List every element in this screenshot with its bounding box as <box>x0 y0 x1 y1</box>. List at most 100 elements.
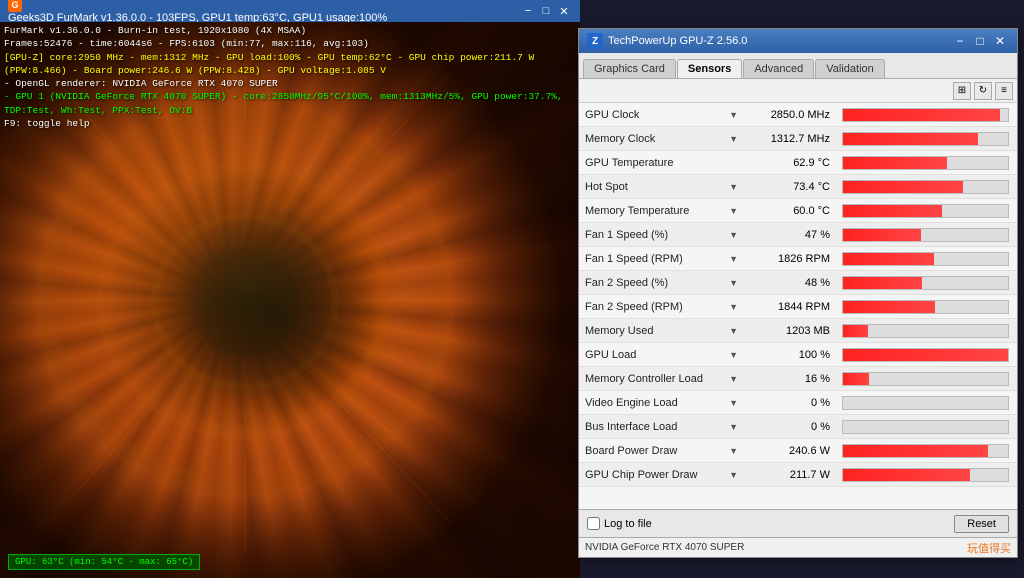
sensor-bar-container <box>842 252 1009 266</box>
sensor-value: 62.9 °C <box>744 157 834 169</box>
sensor-dropdown-icon[interactable]: ▼ <box>729 398 738 408</box>
sensor-dropdown-icon[interactable]: ▼ <box>729 326 738 336</box>
furmark-info-line-5: - GPU 1 (NVIDIA GeForce RTX 4070 SUPER) … <box>4 90 580 117</box>
sensor-bar <box>843 253 934 265</box>
sensor-dropdown-icon[interactable]: ▼ <box>729 254 738 264</box>
sensor-value: 47 % <box>744 229 834 241</box>
furmark-maximize-button[interactable]: □ <box>538 4 554 18</box>
gpuz-footer: Log to file Reset <box>579 509 1017 537</box>
sensor-bar-container <box>842 276 1009 290</box>
sensor-dropdown-icon[interactable]: ▼ <box>729 302 738 312</box>
furmark-info-line-1: FurMark v1.36.0.0 - Burn-in test, 1920x1… <box>4 24 580 37</box>
sensor-bar-container <box>842 372 1009 386</box>
sensor-bar <box>843 181 963 193</box>
gpuz-toolbar: ⊞ ↻ ≡ <box>579 79 1017 103</box>
sensor-name: GPU Chip Power Draw ▼ <box>579 469 744 481</box>
furmark-info-line-2: Frames:52476 - time:6044s6 - FPS:6103 (m… <box>4 37 580 50</box>
sensor-name: Memory Used ▼ <box>579 325 744 337</box>
gpu-name-status: NVIDIA GeForce RTX 4070 SUPER <box>585 542 744 553</box>
tab-graphics-card[interactable]: Graphics Card <box>583 59 676 78</box>
furmark-window-controls: − □ ✕ <box>520 4 572 18</box>
reset-button[interactable]: Reset <box>954 515 1009 533</box>
log-to-file-checkbox[interactable] <box>587 517 600 530</box>
sensor-dropdown-icon[interactable]: ▼ <box>729 446 738 456</box>
menu-button[interactable]: ≡ <box>995 82 1013 100</box>
gpuz-title-left: Z TechPowerUp GPU-Z 2.56.0 <box>587 33 747 49</box>
sensor-name: GPU Clock ▼ <box>579 109 744 121</box>
sensor-name: Board Power Draw ▼ <box>579 445 744 457</box>
furmark-icon: G <box>8 0 22 12</box>
sensor-row: Fan 2 Speed (%) ▼ 48 % <box>579 271 1017 295</box>
sensor-row: Bus Interface Load ▼ 0 % <box>579 415 1017 439</box>
log-to-file-area: Log to file <box>587 517 652 530</box>
sensor-row: GPU Clock ▼ 2850.0 MHz <box>579 103 1017 127</box>
sensor-name: Memory Clock ▼ <box>579 133 744 145</box>
furmark-content: FurMark v1.36.0.0 - Burn-in test, 1920x1… <box>0 22 580 578</box>
sensor-bar-container <box>842 204 1009 218</box>
sensor-dropdown-icon[interactable]: ▼ <box>729 374 738 384</box>
sensor-row: Memory Temperature ▼ 60.0 °C <box>579 199 1017 223</box>
sensor-bar-container <box>842 300 1009 314</box>
sensor-name: Fan 2 Speed (RPM) ▼ <box>579 301 744 313</box>
sensor-row: Memory Used ▼ 1203 MB <box>579 319 1017 343</box>
sensor-dropdown-icon[interactable]: ▼ <box>729 110 738 120</box>
sensor-value: 1312.7 MHz <box>744 133 834 145</box>
sensor-dropdown-icon[interactable]: ▼ <box>729 206 738 216</box>
furmark-info-line-3: [GPU-Z] core:2950 MHz - mem:1312 MHz - G… <box>4 51 580 78</box>
sensors-table: GPU Clock ▼ 2850.0 MHz Memory Clock ▼ 13… <box>579 103 1017 509</box>
sensor-dropdown-icon[interactable]: ▼ <box>729 134 738 144</box>
sensor-dropdown-icon[interactable]: ▼ <box>729 230 738 240</box>
sensor-row: Video Engine Load ▼ 0 % <box>579 391 1017 415</box>
furmark-close-button[interactable]: ✕ <box>556 4 572 18</box>
sensor-bar-container <box>842 348 1009 362</box>
sensor-dropdown-icon[interactable]: ▼ <box>729 350 738 360</box>
grid-view-button[interactable]: ⊞ <box>953 82 971 100</box>
sensor-value: 0 % <box>744 421 834 433</box>
tab-validation[interactable]: Validation <box>815 59 885 78</box>
sensor-bar-container <box>842 156 1009 170</box>
sensor-name: GPU Temperature <box>579 157 744 169</box>
gpuz-statusbar: NVIDIA GeForce RTX 4070 SUPER 玩值得买 <box>579 537 1017 557</box>
sensor-row: Memory Clock ▼ 1312.7 MHz <box>579 127 1017 151</box>
gpuz-window: Z TechPowerUp GPU-Z 2.56.0 − □ ✕ Graphic… <box>578 28 1018 558</box>
sensor-bar-container <box>842 180 1009 194</box>
sensor-value: 1203 MB <box>744 325 834 337</box>
sensor-bar-container <box>842 324 1009 338</box>
sensor-name: Fan 1 Speed (%) ▼ <box>579 229 744 241</box>
sensor-row: GPU Load ▼ 100 % <box>579 343 1017 367</box>
furmark-titlebar: G Geeks3D FurMark v1.36.0.0 - 103FPS, GP… <box>0 0 580 22</box>
tab-advanced[interactable]: Advanced <box>743 59 814 78</box>
furmark-info-overlay: FurMark v1.36.0.0 - Burn-in test, 1920x1… <box>4 24 580 130</box>
sensor-dropdown-icon[interactable]: ▼ <box>729 470 738 480</box>
gpuz-minimize-button[interactable]: − <box>951 33 969 49</box>
temp-text: GPU: 63°C (min: 54°C - max: 65°C) <box>15 557 193 567</box>
sensor-bar-container <box>842 132 1009 146</box>
furmark-window: G Geeks3D FurMark v1.36.0.0 - 103FPS, GP… <box>0 0 580 578</box>
log-to-file-label: Log to file <box>604 518 652 530</box>
sensor-row: Hot Spot ▼ 73.4 °C <box>579 175 1017 199</box>
sensor-name: Memory Temperature ▼ <box>579 205 744 217</box>
sensor-value: 2850.0 MHz <box>744 109 834 121</box>
sensor-dropdown-icon[interactable]: ▼ <box>729 278 738 288</box>
furmark-info-line-6: F9: toggle help <box>4 117 580 130</box>
sensor-bar <box>843 277 922 289</box>
furmark-minimize-button[interactable]: − <box>520 4 536 18</box>
sensor-value: 211.7 W <box>744 469 834 481</box>
sensor-value: 1826 RPM <box>744 253 834 265</box>
tab-sensors[interactable]: Sensors <box>677 59 742 78</box>
sensor-row: Memory Controller Load ▼ 16 % <box>579 367 1017 391</box>
sensor-value: 48 % <box>744 277 834 289</box>
refresh-button[interactable]: ↻ <box>974 82 992 100</box>
sensor-bar <box>843 445 988 457</box>
sensor-row: Board Power Draw ▼ 240.6 W <box>579 439 1017 463</box>
gpuz-maximize-button[interactable]: □ <box>971 33 989 49</box>
sensor-dropdown-icon[interactable]: ▼ <box>729 422 738 432</box>
gpuz-close-button[interactable]: ✕ <box>991 33 1009 49</box>
sensor-value: 100 % <box>744 349 834 361</box>
sensor-dropdown-icon[interactable]: ▼ <box>729 182 738 192</box>
sensor-bar <box>843 301 935 313</box>
sensor-name: Bus Interface Load ▼ <box>579 421 744 433</box>
sensor-row: GPU Chip Power Draw ▼ 211.7 W <box>579 463 1017 487</box>
furmark-title-left: G Geeks3D FurMark v1.36.0.0 - 103FPS, GP… <box>8 0 387 24</box>
sensor-bar <box>843 205 942 217</box>
